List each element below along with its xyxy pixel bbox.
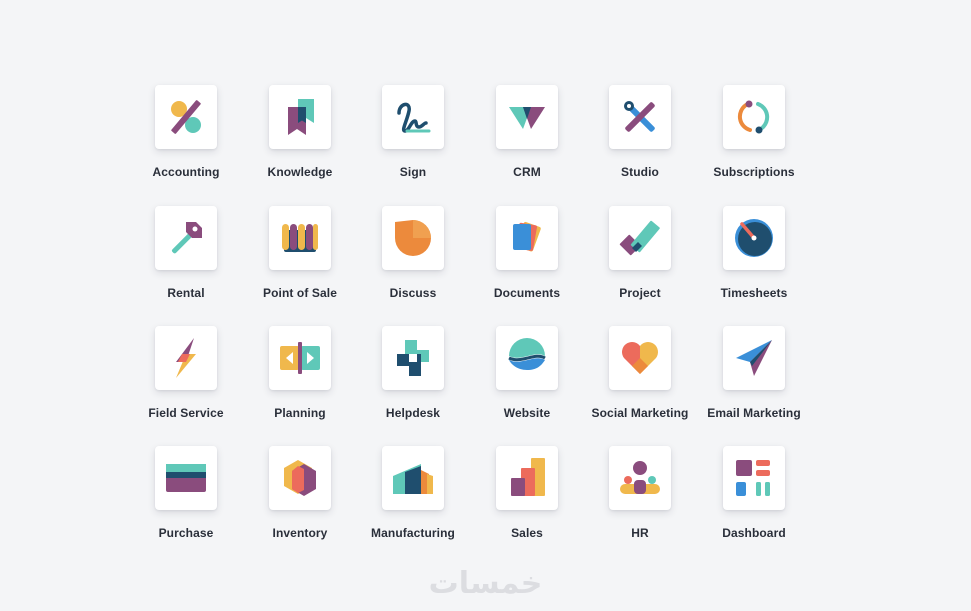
crm-icon: [509, 107, 545, 129]
app-label[interactable]: Timesheets: [684, 286, 824, 300]
crm-tile[interactable]: [496, 85, 558, 149]
app-email-marketing[interactable]: Email Marketing: [684, 326, 824, 436]
website-icon: [508, 338, 546, 370]
rental-icon: [171, 222, 202, 254]
accounting-tile[interactable]: [155, 85, 217, 149]
accounting-icon: [171, 100, 201, 134]
sales-tile[interactable]: [496, 446, 558, 510]
subscriptions-tile[interactable]: [723, 85, 785, 149]
app-grid: Accounting Knowledge Sign CRM Studio Sub…: [0, 0, 971, 611]
sign-tile[interactable]: [382, 85, 444, 149]
studio-tile[interactable]: [609, 85, 671, 149]
helpdesk-icon: [397, 340, 429, 376]
dashboard-icon: [736, 460, 770, 496]
point-of-sale-icon: [282, 224, 318, 252]
app-subscriptions[interactable]: Subscriptions: [684, 85, 824, 195]
purchase-tile[interactable]: [155, 446, 217, 510]
knowledge-tile[interactable]: [269, 85, 331, 149]
documents-tile[interactable]: [496, 206, 558, 270]
manufacturing-tile[interactable]: [382, 446, 444, 510]
discuss-icon: [395, 220, 431, 256]
app-dashboard[interactable]: Dashboard: [684, 446, 824, 556]
knowledge-icon: [288, 99, 314, 135]
inventory-tile[interactable]: [269, 446, 331, 510]
watermark-text: خمسات: [428, 566, 543, 601]
sales-icon: [511, 458, 545, 496]
timesheets-icon: [735, 219, 773, 257]
project-tile[interactable]: [609, 206, 671, 270]
studio-icon: [624, 101, 655, 132]
hr-tile[interactable]: [609, 446, 671, 510]
inventory-icon: [284, 460, 316, 496]
subscriptions-icon: [737, 100, 770, 134]
planning-tile[interactable]: [269, 326, 331, 390]
hr-icon: [620, 461, 660, 494]
dashboard-tile[interactable]: [723, 446, 785, 510]
planning-icon: [280, 342, 320, 374]
app-label[interactable]: Dashboard: [684, 526, 824, 540]
sign-icon: [397, 102, 431, 133]
timesheets-tile[interactable]: [723, 206, 785, 270]
app-label[interactable]: Email Marketing: [684, 406, 824, 420]
documents-icon: [513, 221, 541, 252]
helpdesk-tile[interactable]: [382, 326, 444, 390]
website-tile[interactable]: [496, 326, 558, 390]
manufacturing-icon: [393, 464, 433, 494]
point-of-sale-tile[interactable]: [269, 206, 331, 270]
email-marketing-tile[interactable]: [723, 326, 785, 390]
social-marketing-icon: [622, 342, 658, 374]
discuss-tile[interactable]: [382, 206, 444, 270]
social-marketing-tile[interactable]: [609, 326, 671, 390]
purchase-icon: [166, 464, 206, 492]
field-service-tile[interactable]: [155, 326, 217, 390]
email-marketing-icon: [736, 340, 772, 376]
project-icon: [619, 220, 660, 256]
rental-tile[interactable]: [155, 206, 217, 270]
app-timesheets[interactable]: Timesheets: [684, 206, 824, 316]
field-service-icon: [176, 338, 196, 378]
app-label[interactable]: Subscriptions: [684, 165, 824, 179]
